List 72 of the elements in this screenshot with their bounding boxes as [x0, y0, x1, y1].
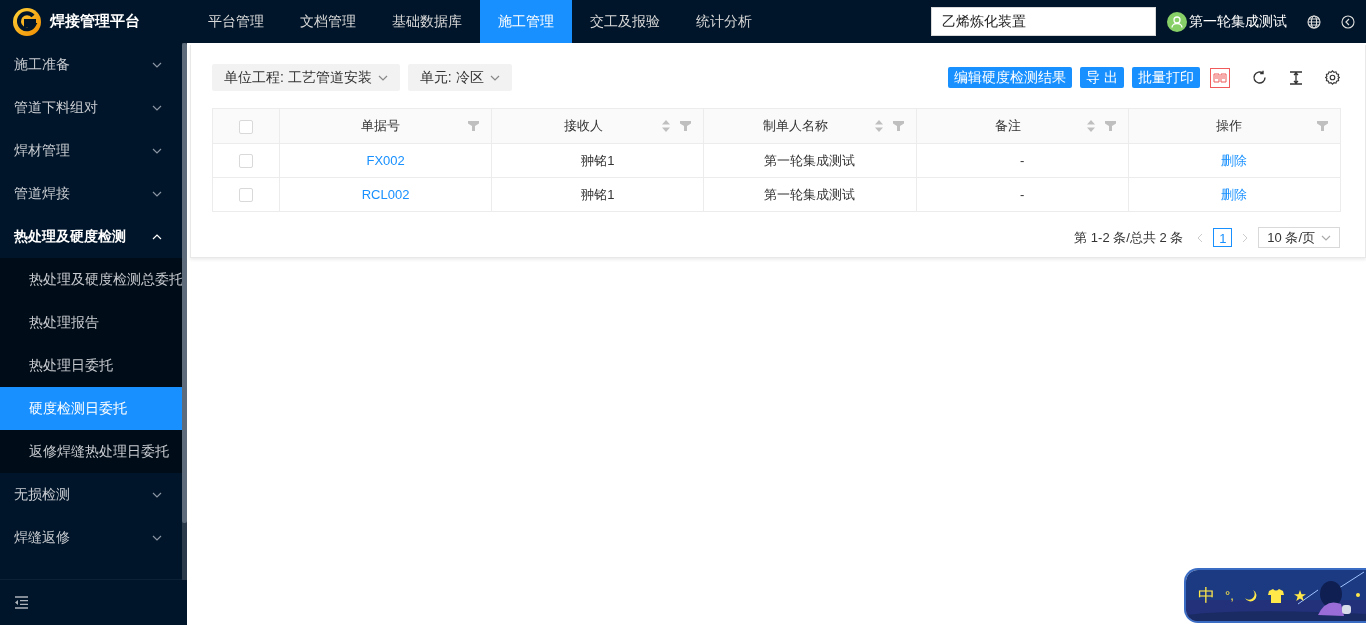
page-size-select[interactable]: 10 条/页 — [1258, 227, 1340, 248]
chevron-icon — [152, 147, 162, 154]
column-header: 操作 — [1214, 117, 1243, 135]
row-checkbox[interactable] — [239, 188, 253, 203]
menu-item[interactable]: 管道焊接 — [0, 172, 182, 215]
chevron-icon — [152, 104, 162, 111]
menu-item[interactable]: 热处理及硬度检测 — [0, 215, 182, 258]
nav-tab[interactable]: 平台管理 — [190, 0, 282, 43]
table-cell: 第一轮集成测试 — [764, 186, 856, 202]
collapse-icon[interactable] — [1341, 14, 1355, 29]
globe-icon[interactable] — [1307, 14, 1321, 29]
app-title: 焊接管理平台 — [50, 12, 140, 31]
filter-icon[interactable] — [1104, 121, 1116, 131]
filter-icon[interactable] — [468, 121, 480, 131]
chevron-icon — [377, 74, 388, 81]
settings-icon[interactable] — [1325, 70, 1340, 85]
chevron-icon — [152, 61, 162, 68]
menu-fold-icon[interactable] — [14, 596, 29, 609]
menu-item[interactable]: 无损检测 — [0, 473, 182, 516]
chevron-icon — [152, 233, 162, 240]
nav-tab[interactable]: 交工及报验 — [572, 0, 678, 43]
punctuation-toggle[interactable]: °, — [1225, 588, 1234, 603]
select-all-checkbox[interactable] — [239, 119, 253, 134]
menu-item[interactable]: 焊缝返修 — [0, 516, 182, 559]
filter-icon[interactable] — [1317, 121, 1328, 131]
row-checkbox[interactable] — [239, 154, 253, 169]
logo-icon — [12, 6, 42, 37]
chevron-icon — [152, 534, 162, 541]
table-cell: - — [1020, 153, 1025, 168]
filter-icon[interactable] — [892, 121, 904, 131]
next-page-icon[interactable] — [1242, 232, 1249, 243]
filter-icon[interactable] — [680, 121, 692, 131]
input-mode-toggle[interactable]: 中 — [1198, 584, 1215, 607]
table-cell: 翀铭1 — [581, 186, 615, 202]
column-header: 备注 — [993, 117, 1022, 135]
submenu-item[interactable]: 热处理报告 — [0, 301, 182, 344]
filter-dropdown[interactable]: 单元: 冷区 — [407, 64, 512, 91]
user-name[interactable]: 第一轮集成测试 — [1189, 12, 1287, 31]
submenu-item[interactable]: 返修焊缝热处理日委托 — [0, 430, 182, 473]
scrollbar[interactable] — [182, 43, 187, 580]
chevron-icon — [489, 74, 500, 81]
filter-dropdown[interactable]: 单位工程: 工艺管道安装 — [212, 64, 400, 91]
avatar-icon — [1167, 11, 1187, 32]
column-header: 制单人名称 — [761, 117, 829, 135]
sort-icon[interactable] — [1086, 120, 1095, 132]
sort-icon[interactable] — [662, 120, 671, 132]
shirt-icon[interactable] — [1267, 588, 1284, 603]
table-cell: - — [1020, 187, 1025, 202]
table-cell: 第一轮集成测试 — [764, 152, 856, 168]
star-icon[interactable] — [1293, 589, 1306, 602]
column-header: 单据号 — [359, 117, 401, 135]
column-header: 接收人 — [562, 117, 604, 135]
submenu-item[interactable]: 热处理及硬度检测总委托 — [0, 258, 182, 301]
nav-tab[interactable]: 基础数据库 — [374, 0, 480, 43]
ime-toolbar[interactable]: 中 °, — [1184, 568, 1366, 623]
refresh-icon[interactable] — [1252, 70, 1267, 85]
menu-item[interactable]: 焊材管理 — [0, 129, 182, 172]
nav-tab[interactable]: 统计分析 — [678, 0, 770, 43]
nav-tab[interactable]: 文档管理 — [282, 0, 374, 43]
column-height-icon[interactable] — [1289, 70, 1303, 85]
sort-icon[interactable] — [874, 120, 883, 132]
chevron-icon — [152, 491, 162, 498]
submenu-item[interactable]: 热处理日委托 — [0, 344, 182, 387]
menu-item[interactable]: 管道下料组对 — [0, 86, 182, 129]
chevron-icon — [152, 190, 162, 197]
moon-icon[interactable] — [1243, 588, 1258, 603]
project-field[interactable]: 乙烯炼化装置 — [931, 7, 1156, 36]
chevron-icon — [1321, 234, 1331, 241]
menu-item[interactable]: 施工准备 — [0, 43, 182, 86]
page-summary: 第 1-2 条/总共 2 条 — [1074, 228, 1184, 247]
table-cell: 翀铭1 — [581, 152, 615, 168]
previous-page-icon[interactable] — [1197, 232, 1204, 243]
